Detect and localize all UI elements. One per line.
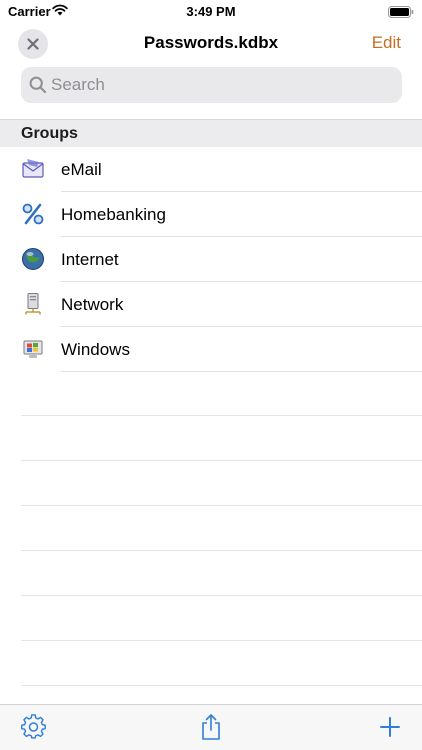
group-row-homebanking[interactable]: Homebanking <box>0 192 422 237</box>
row-separator <box>61 371 422 372</box>
windows-computer-icon <box>21 337 45 361</box>
search-input[interactable] <box>51 67 391 103</box>
plus-icon <box>380 717 400 737</box>
row-separator <box>21 415 422 416</box>
status-time: 3:49 PM <box>186 4 236 19</box>
settings-button[interactable] <box>20 713 48 741</box>
group-label: Network <box>61 295 124 314</box>
row-separator <box>21 505 422 506</box>
search-icon <box>29 76 47 99</box>
gear-icon <box>21 714 46 739</box>
group-label: eMail <box>61 160 102 179</box>
status-bar: Carrier 3:49 PM <box>0 0 422 24</box>
row-separator <box>21 640 422 641</box>
network-server-icon <box>21 292 45 316</box>
battery-icon <box>388 5 414 23</box>
group-label: Homebanking <box>61 205 166 224</box>
row-separator <box>21 550 422 551</box>
share-icon <box>202 714 220 740</box>
page-title: Passwords.kdbx <box>143 33 279 52</box>
edit-button[interactable]: Edit <box>372 33 401 53</box>
group-row-email[interactable]: eMail <box>0 147 422 192</box>
navigation-bar: Passwords.kdbx Edit <box>0 24 422 64</box>
share-button[interactable] <box>197 713 225 741</box>
search-bar[interactable] <box>21 67 402 103</box>
group-row-windows[interactable]: Windows <box>0 327 422 372</box>
section-title: Groups <box>21 125 78 142</box>
globe-icon <box>21 247 45 271</box>
group-row-network[interactable]: Network <box>0 282 422 327</box>
bottom-toolbar <box>0 704 422 750</box>
groups-list: eMail Homebanking Internet Network Windo… <box>0 147 422 372</box>
add-button[interactable] <box>376 713 404 741</box>
row-separator <box>21 685 422 686</box>
row-separator <box>21 460 422 461</box>
groups-section-header: Groups <box>0 119 422 147</box>
email-envelope-icon <box>21 157 45 181</box>
group-label: Windows <box>61 340 130 359</box>
percent-icon <box>21 202 45 226</box>
group-label: Internet <box>61 250 119 269</box>
row-separator <box>21 595 422 596</box>
group-row-internet[interactable]: Internet <box>0 237 422 282</box>
